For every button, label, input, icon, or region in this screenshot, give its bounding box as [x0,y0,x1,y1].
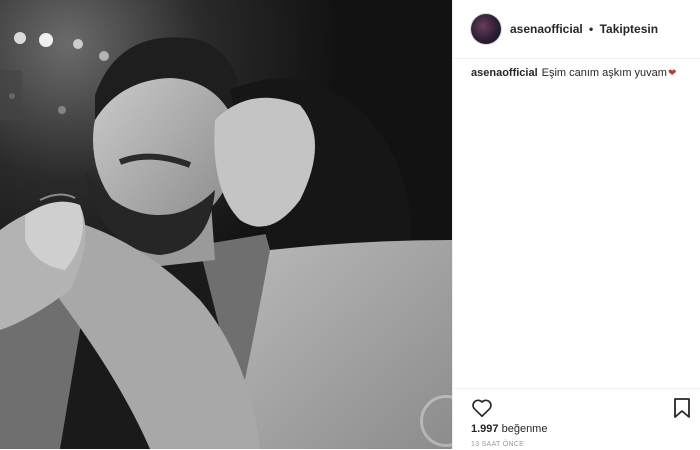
header-separator: • [589,22,594,36]
post-caption: asenaofficial Eşim canım aşkım yuvam❤ [471,66,691,81]
post-photo[interactable] [0,0,452,449]
post-actions: 1.997 beğenme 13 SAAT ÖNCE [453,388,700,450]
caption-text: Eşim canım aşkım yuvam [541,67,667,79]
post-header: asenaofficial • Takiptesin [453,0,700,59]
avatar[interactable] [471,14,501,44]
likes-number: 1.997 [471,423,499,435]
follow-status-button[interactable]: Takiptesin [600,22,658,36]
post-timestamp: 13 SAAT ÖNCE [471,441,525,448]
bookmark-outline-icon[interactable] [673,397,691,419]
instagram-post: asenaofficial • Takiptesin asenaofficial… [0,0,700,449]
heart-outline-icon[interactable] [471,397,493,419]
likes-count[interactable]: 1.997 beğenme [471,423,547,435]
caption-username[interactable]: asenaofficial [471,67,538,79]
header-text: asenaofficial • Takiptesin [510,22,658,36]
likes-label: beğenme [501,423,548,435]
post-photo-image [0,0,452,449]
red-heart-icon: ❤ [667,68,677,79]
header-username[interactable]: asenaofficial [510,22,583,36]
post-sidebar: asenaofficial • Takiptesin asenaofficial… [452,0,700,449]
